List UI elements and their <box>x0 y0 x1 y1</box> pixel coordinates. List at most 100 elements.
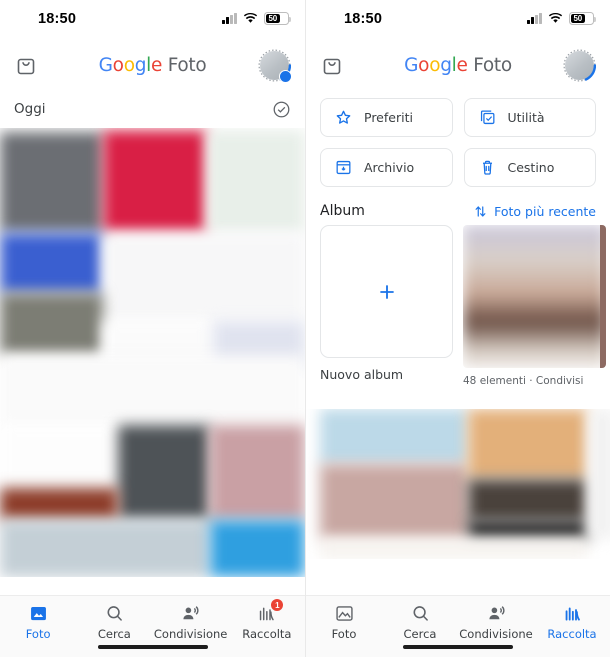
avatar-status-badge <box>279 69 292 83</box>
google-photos-logo: Google Foto <box>98 54 207 76</box>
battery-level: 50 <box>571 14 585 23</box>
nav-item-raccolta[interactable]: 1 Raccolta <box>229 599 305 641</box>
sort-button[interactable]: Foto più recente <box>473 204 596 219</box>
shared-album-meta: 48 elementi · Condivisi <box>463 375 584 387</box>
google-photos-logo: Google Foto <box>404 54 512 76</box>
nav-item-condivisione[interactable]: Condivisione <box>458 603 534 641</box>
nav-item-label: Foto <box>25 627 51 641</box>
recent-photo-tile[interactable] <box>468 521 588 539</box>
new-album-label: Nuovo album <box>320 367 404 382</box>
right-phone-screen: 18:50 50 Google Foto Preferiti Utilità A… <box>305 0 610 657</box>
nav-item-cerca[interactable]: Cerca <box>382 603 458 641</box>
photos-icon <box>334 603 355 624</box>
status-icon-group: 50 <box>222 12 292 25</box>
nav-item-label: Raccolta <box>242 627 292 641</box>
nav-item-foto[interactable]: Foto <box>306 603 382 641</box>
avatar-progress-ring <box>563 49 596 81</box>
quick-action-cestino[interactable]: Cestino <box>463 148 596 187</box>
nav-item-label: Foto <box>331 627 357 641</box>
home-indicator-left <box>97 644 208 649</box>
shared-album-thumbnail-image <box>463 225 606 368</box>
photo-tile[interactable] <box>0 520 210 577</box>
library-icon: 1 <box>256 599 284 624</box>
photo-tile[interactable] <box>0 233 103 293</box>
photo-tile[interactable] <box>0 132 103 232</box>
nav-item-label: Condivisione <box>153 627 228 641</box>
nav-item-label: Cerca <box>97 627 131 641</box>
search-icon <box>104 603 125 624</box>
photo-tile[interactable] <box>207 130 305 233</box>
album-peek-edge <box>600 225 606 368</box>
quick-action-label: Archivio <box>364 160 415 175</box>
battery-level: 50 <box>266 14 280 23</box>
shared-album-tile[interactable]: 48 elementi · Condivisi <box>463 225 606 387</box>
shared-album-thumbnail[interactable] <box>463 225 606 368</box>
album-section-header: Album Foto più recente <box>306 187 610 225</box>
nav-item-condivisione[interactable]: Condivisione <box>153 603 229 641</box>
nav-item-raccolta[interactable]: Raccolta <box>534 603 610 641</box>
nav-item-label: Cerca <box>403 627 437 641</box>
sharing-people-icon <box>486 603 507 624</box>
new-album-tile[interactable]: Nuovo album <box>320 225 453 387</box>
recent-photo-tile[interactable] <box>588 409 610 539</box>
photos-icon <box>28 603 49 624</box>
quick-actions-grid: Preferiti Utilità Archivio Cestino <box>306 90 610 187</box>
quick-action-label: Cestino <box>507 160 555 175</box>
album-section-title: Album <box>320 203 365 219</box>
cellular-bars-icon <box>527 12 542 24</box>
cellular-bars-icon <box>222 12 237 24</box>
shopping-bag-icon[interactable] <box>320 53 344 77</box>
sort-label: Foto più recente <box>494 203 596 219</box>
today-label: Oggi <box>14 101 46 117</box>
trash-icon <box>478 158 497 177</box>
recent-photo-tile[interactable] <box>468 409 588 479</box>
photo-tile[interactable] <box>118 425 210 520</box>
home-indicator-right <box>403 644 513 649</box>
status-time: 18:50 <box>344 11 383 27</box>
status-icon-group: 50 <box>527 12 597 25</box>
album-row: Nuovo album 48 elementi · Condivisi <box>306 225 610 387</box>
photo-tile[interactable] <box>0 293 103 355</box>
recent-photos-strip[interactable] <box>306 409 610 559</box>
screenshot-root: 18:50 50 Google Foto Oggi Foto Cerca Con… <box>0 0 610 657</box>
battery-icon: 50 <box>569 12 597 25</box>
photo-grid[interactable] <box>0 128 305 577</box>
recent-photo-tile[interactable] <box>468 479 588 521</box>
new-album-card[interactable] <box>320 225 453 358</box>
recent-photo-tile[interactable] <box>320 464 468 539</box>
photo-tile[interactable] <box>0 488 118 520</box>
nav-item-cerca[interactable]: Cerca <box>76 603 152 641</box>
sharing-people-icon <box>180 603 201 624</box>
status-time: 18:50 <box>38 11 77 27</box>
quick-action-label: Preferiti <box>364 110 413 125</box>
wifi-icon <box>243 12 258 24</box>
status-bar-right: 18:50 50 <box>306 0 610 40</box>
photo-tile[interactable] <box>103 233 305 321</box>
nav-item-label: Condivisione <box>459 627 533 641</box>
wifi-icon <box>548 12 563 24</box>
sort-arrows-icon <box>473 204 488 219</box>
photo-tile[interactable] <box>210 520 305 577</box>
app-header-right: Google Foto <box>306 40 610 90</box>
battery-icon: 50 <box>264 12 292 25</box>
recent-photo-tile[interactable] <box>320 539 588 559</box>
photo-tile[interactable] <box>0 355 305 425</box>
photo-tile[interactable] <box>210 425 305 520</box>
nav-item-foto[interactable]: Foto <box>0 603 76 641</box>
quick-action-preferiti[interactable]: Preferiti <box>320 98 453 137</box>
nav-badge: 1 <box>271 599 284 611</box>
app-header-left: Google Foto <box>0 40 305 90</box>
library-icon <box>562 603 583 624</box>
recent-photo-tile[interactable] <box>320 409 468 464</box>
avatar[interactable] <box>258 49 292 83</box>
quick-action-utilita[interactable]: Utilità <box>463 98 596 137</box>
photo-tile[interactable] <box>103 130 207 233</box>
check-circle-icon[interactable] <box>272 100 291 119</box>
shopping-bag-icon[interactable] <box>14 53 38 77</box>
status-bar-left: 18:50 50 <box>0 0 305 40</box>
quick-action-label: Utilità <box>507 110 545 125</box>
search-icon <box>410 603 431 624</box>
archive-icon <box>334 158 353 177</box>
avatar[interactable] <box>563 49 596 82</box>
quick-action-archivio[interactable]: Archivio <box>320 148 453 187</box>
